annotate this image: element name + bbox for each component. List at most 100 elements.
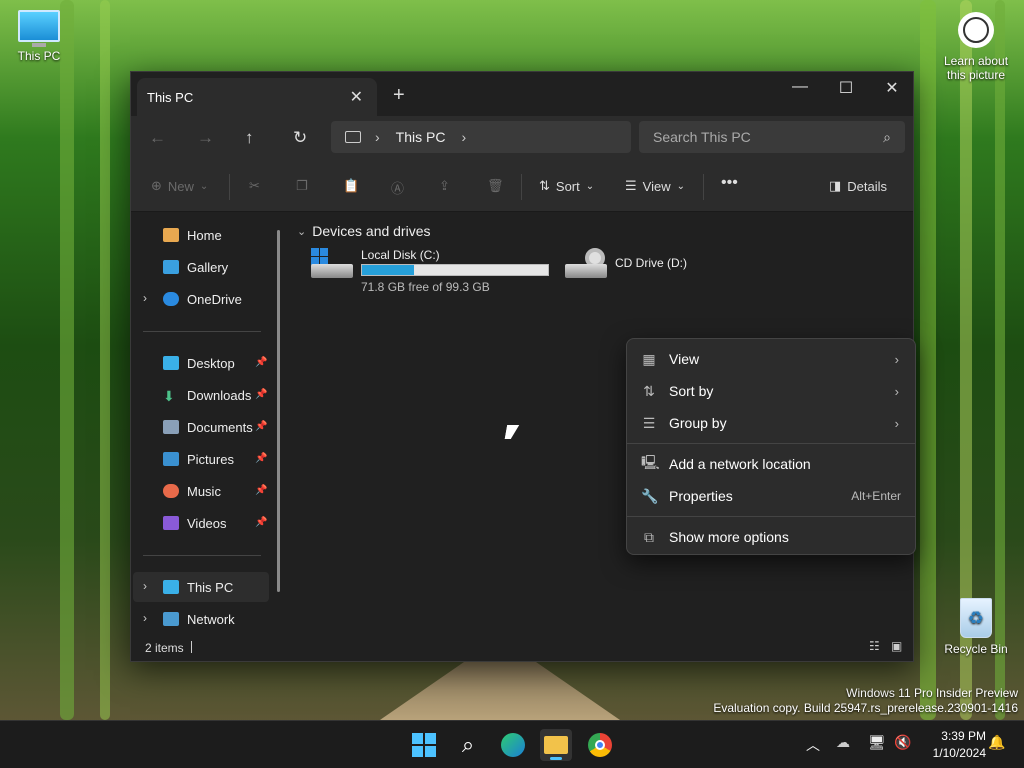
sidebar-item-downloads[interactable]: ⬇ Downloads [163,383,251,407]
expand-chevron-icon[interactable]: › [143,291,147,305]
computer-icon [345,131,361,143]
status-divider [191,641,192,653]
network-tray-icon[interactable]: 🖥 [868,734,886,751]
tab-this-pc[interactable]: This PC ✕ [137,78,377,116]
chevron-right-icon: › [894,383,899,399]
start-button[interactable] [408,729,440,761]
cloud-icon [163,292,179,306]
navigation-bar: ← → ↑ ↻ › This PC › Search This PC ⌕ [131,116,913,162]
pin-icon: 📌 [255,389,268,400]
sidebar-scrollbar[interactable] [277,230,280,592]
sort-button[interactable]: ⇅ Sort ⌄ [539,178,594,194]
address-bar[interactable]: › This PC › [331,121,631,153]
sidebar-item-label: Videos [187,515,227,531]
menu-item-add-network-location[interactable]: 🖳 Add a network location [627,448,915,480]
mouse-cursor [504,425,520,439]
close-button[interactable]: ✕ [869,78,915,98]
menu-item-label: View [669,351,700,367]
sidebar-item-label: Pictures [187,451,234,467]
recycle-bin-label: Recycle Bin [944,642,1008,656]
menu-item-sort-by[interactable]: ⇅ Sort by › [627,375,915,407]
volume-muted-icon[interactable]: 🔇 [894,734,911,751]
sidebar-item-onedrive[interactable]: OneDrive [163,287,242,311]
close-tab-icon[interactable]: ✕ [350,87,363,107]
sidebar-item-label: Gallery [187,259,229,275]
expand-chevron-icon[interactable]: › [143,611,147,625]
section-header-devices[interactable]: ⌄ Devices and drives [297,223,431,239]
desktop-icon-recycle-bin[interactable]: ♻ Recycle Bin [940,598,1012,656]
sidebar-item-network[interactable]: Network [163,607,235,631]
sidebar-item-gallery[interactable]: Gallery [163,255,228,279]
sidebar-item-this-pc[interactable]: This PC [163,575,233,599]
cut-icon[interactable]: ✂ [249,178,260,194]
minimize-button[interactable]: — [777,78,823,96]
learn-label-line2: this picture [946,68,1006,82]
menu-item-properties[interactable]: 🔧 Properties Alt+Enter [627,480,915,512]
plus-circle-icon: ⊕ [151,178,162,193]
sidebar-item-videos[interactable]: Videos [163,511,227,535]
rename-icon[interactable]: Ⓐ [391,178,404,197]
copy-icon[interactable]: ❐ [296,178,308,194]
edge-beta-button[interactable] [497,729,529,761]
forward-arrow-icon[interactable]: → [197,128,214,148]
breadcrumb-this-pc[interactable]: This PC [396,129,446,145]
chevron-right-icon: › [894,415,899,431]
menu-item-group-by[interactable]: ☰ Group by › [627,407,915,439]
navigation-pane: Home Gallery › OneDrive Desktop 📌 ⬇ Down… [131,212,287,632]
menu-item-show-more-options[interactable]: ⧉ Show more options [627,521,915,553]
desktop-icon-this-pc[interactable]: This PC [14,10,64,63]
tab-title: This PC [147,89,194,105]
drive-item-c[interactable]: Local Disk (C:) 71.8 GB free of 99.3 GB [309,248,555,294]
menu-item-view[interactable]: ▦ View › [627,343,915,375]
show-hidden-icons-chevron[interactable]: ︿ [806,735,820,755]
sidebar-item-home[interactable]: Home [163,223,222,247]
sort-label: Sort [555,178,580,194]
drive-free-space: 71.8 GB free of 99.3 GB [361,280,490,294]
sidebar-item-pictures[interactable]: Pictures [163,447,234,471]
new-button[interactable]: ⊕ New ⌄ [151,178,208,194]
drive-item-d[interactable]: CD Drive (D:) [563,248,743,294]
view-label: View [642,178,671,194]
clock[interactable]: 3:39 PM 1/10/2024 [924,729,986,760]
search-placeholder: Search This PC [653,129,751,145]
learn-label-line1: Learn about [943,54,1009,68]
network-icon [163,612,179,626]
expand-chevron-icon[interactable]: › [143,579,147,593]
sidebar-item-label: Documents [187,419,253,435]
chevron-right-icon[interactable]: › [461,129,466,145]
section-title: Devices and drives [312,223,431,239]
notification-bell-icon[interactable]: 🔔 [988,734,1005,751]
sidebar-item-documents[interactable]: Documents [163,415,253,439]
share-icon[interactable]: ⇪ [439,178,450,194]
tiles-view-icon[interactable]: ▣ [891,639,902,653]
menu-item-label: Add a network location [669,456,811,472]
maximize-button[interactable]: ☐ [823,78,869,98]
computer-icon [163,580,179,594]
up-arrow-icon[interactable]: ↑ [245,128,254,148]
chevron-down-icon: ⌄ [297,225,307,238]
network-drive-icon: 🖳 [641,454,660,470]
onedrive-tray-icon[interactable]: ☁ [836,734,850,751]
file-explorer-taskbar-button[interactable] [540,729,572,761]
sort-icon: ⇅ [539,178,550,193]
refresh-icon[interactable]: ↻ [293,128,307,148]
more-options-icon[interactable]: ••• [721,174,738,192]
sidebar-item-desktop[interactable]: Desktop [163,351,235,375]
details-button[interactable]: ◨ Details [829,178,887,194]
paste-icon[interactable]: 📋 [343,178,359,194]
new-tab-button[interactable]: + [393,84,405,107]
sidebar-item-label: Downloads [187,387,252,403]
delete-icon[interactable]: 🗑 [487,178,504,194]
home-icon [163,228,179,242]
details-view-icon[interactable]: ☷ [869,639,880,653]
sidebar-item-music[interactable]: Music [163,479,221,503]
view-button[interactable]: ☰ View ⌄ [625,178,685,194]
back-arrow-icon[interactable]: ← [149,128,166,148]
details-label: Details [847,178,888,194]
chrome-taskbar-button[interactable] [584,729,616,761]
folder-icon [544,736,568,754]
status-bar: 2 items ☷ ▣ [131,633,913,661]
learn-about-picture[interactable]: Learn about this picture [938,12,1014,82]
search-taskbar-button[interactable]: ⌕ [452,729,484,761]
search-input[interactable]: Search This PC ⌕ [639,121,905,153]
